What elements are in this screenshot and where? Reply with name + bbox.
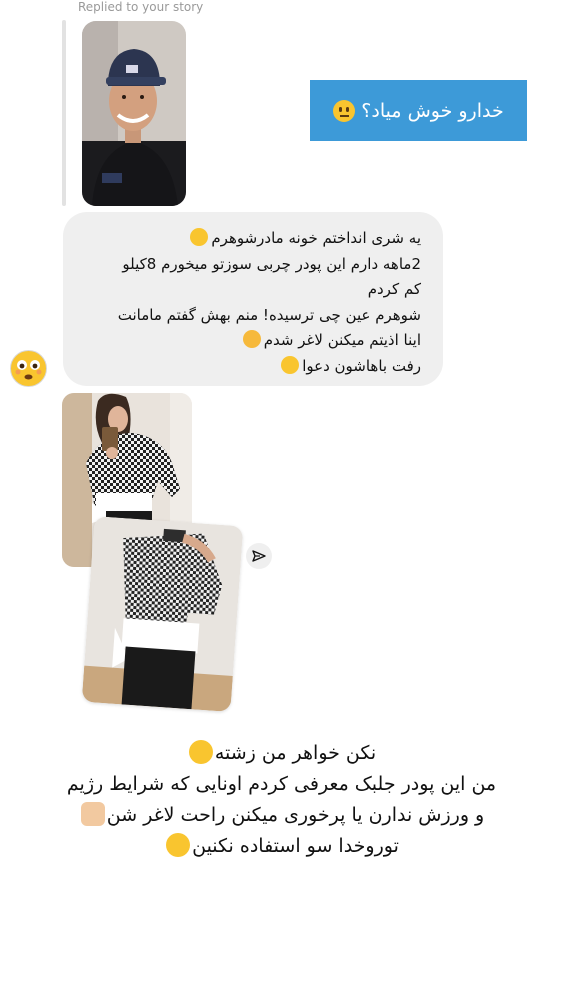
zany-face-emoji-icon [281,355,300,374]
message-line: یه شری انداختم خونه مادرشوهرم [211,229,421,247]
message-line: شوهرم عین چی ترسیده! منم بهش گفتم مامانت [117,305,421,324]
laughing-emoji-icon [190,228,209,246]
message-line: اینا اذیتم میکنن لاغر شدم [263,331,421,349]
paper-plane-icon [252,550,266,562]
facepalm-emoji-icon [80,802,105,826]
caption-line: نکن خواهر من زشته [214,742,377,764]
sender-avatar-icon[interactable] [10,350,47,387]
grinning-sweat-emoji-icon [166,833,191,857]
caption-line: و ورزش ندارن یا پرخوری میکنن راحت لاغر ش… [106,804,485,826]
reply-indicator-bar [62,20,66,206]
sent-message-bubble[interactable]: خدارو خوش میاد؟ [310,80,527,141]
sent-message-text: خدارو خوش میاد؟ [361,99,504,122]
share-button[interactable] [246,543,272,569]
message-line: 2ماهه دارم این پودر چربی سوزتو میخورم 8ک… [122,254,421,273]
shushing-emoji-icon [242,330,261,348]
story-caption: نکن خواهر من زشته من این پودر جلبک معرفی… [20,738,543,862]
neutral-face-emoji-icon [333,99,356,122]
mirror-selfie-photo-closeup[interactable] [81,516,244,712]
received-message-bubble[interactable]: یه شری انداختم خونه مادرشوهرم 2ماهه دارم… [63,212,443,386]
replied-to-story-label: Replied to your story [78,0,204,14]
message-line: کم کردم [367,280,421,298]
message-line: رفت باهاشون دعوا [302,356,421,375]
caption-line: من این پودر جلبک معرفی کردم اونایی که شر… [66,773,497,795]
story-thumbnail[interactable] [82,21,186,206]
neutral-face-emoji-icon [188,740,213,764]
caption-line: توروخدا سو استفاده نکنین [192,835,399,857]
